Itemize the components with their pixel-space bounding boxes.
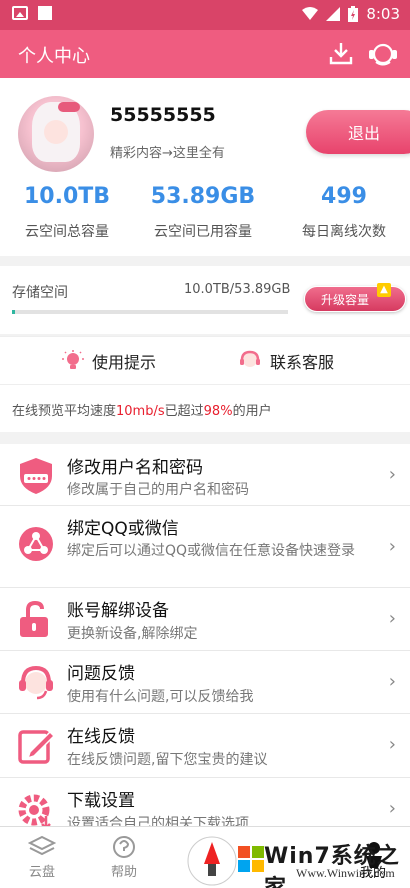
page-title: 个人中心 [18,46,90,67]
menu-item-change-password[interactable]: 修改用户名和密码 修改属于自己的用户名和密码 › [0,444,410,506]
stat-used-capacity: 53.89GB 云空间已用容量 [138,184,268,241]
download-icon[interactable] [328,40,354,66]
avatar[interactable] [18,96,94,172]
stat-total-capacity: 10.0TB 云空间总容量 [2,184,132,241]
tab-label: 云盘 [28,865,55,880]
layers-icon [28,835,56,856]
menu-item-subtitle: 使用有什么问题,可以反馈给我 [67,689,254,705]
chevron-right-icon: › [388,798,396,819]
image-notification-icon [12,6,28,20]
shield-password-icon [20,458,52,494]
chevron-right-icon: › [388,464,396,485]
lightbulb-icon [62,350,84,369]
menu-item-title: 在线反馈 [67,727,135,747]
username: 55555555 [110,104,216,126]
app-bar: 个人中心 [0,30,410,78]
menu-item-title: 修改用户名和密码 [67,458,203,478]
chevron-right-icon: › [388,536,396,557]
menu-item-subtitle: 修改属于自己的用户名和密码 [67,482,249,498]
signal-icon [326,7,341,21]
notice-speed: 10mb/s [116,404,165,419]
chevron-right-icon: › [388,734,396,755]
arrow-up-icon: ▲ [377,283,391,297]
menu-item-online-feedback[interactable]: 在线反馈 在线反馈问题,留下您宝贵的建议 › [0,714,410,778]
storage-progress-bar [12,310,288,314]
upgrade-label: 升级容量 [321,292,370,307]
notification-icon [38,6,52,20]
status-bar: 8:03 [0,0,410,30]
stat-value: 53.89GB [150,184,256,209]
contact-support-label: 联系客服 [270,353,335,372]
logout-button[interactable]: 退出 [306,110,410,154]
menu-item-unbind-device[interactable]: 账号解绑设备 更换新设备,解除绑定 › [0,588,410,651]
storage-section: 存储空间 10.0TB/53.89GB 升级容量 ▲ [0,266,410,334]
tab-mine[interactable]: 我的 [360,862,386,881]
notice-percent: 98% [203,404,233,419]
unlock-icon [20,600,48,637]
menu-item-subtitle: 绑定后可以通过QQ或微信在任意设备快速登录 [67,543,356,559]
usage-tips-label: 使用提示 [92,353,157,372]
storage-progress-fill [12,310,15,314]
wifi-icon [302,7,319,20]
tab-label: 帮助 [110,865,137,880]
stat-label: 云空间已用容量 [154,224,252,240]
contact-support-link[interactable]: 联系客服 [238,349,334,373]
menu-item-feedback[interactable]: 问题反馈 使用有什么问题,可以反馈给我 › [0,651,410,714]
customer-service-icon [240,350,260,367]
clock: 8:03 [366,5,400,23]
settings-menu: 修改用户名和密码 修改属于自己的用户名和密码 › 绑定QQ或微信 绑定后可以通过… [0,444,410,826]
help-icon [113,836,135,858]
chevron-right-icon: › [388,608,396,629]
customer-support-icon[interactable] [368,40,398,68]
notice-prefix: 在线预览平均速度 [12,404,117,419]
menu-item-title: 账号解绑设备 [67,601,169,621]
stat-value: 499 [321,184,367,209]
chevron-right-icon: › [388,671,396,692]
menu-item-subtitle: 设置适合自己的相关下载选项 [67,816,249,826]
notice-middle: 已超过 [164,404,204,419]
stat-offline-count: 499 每日离线次数 [279,184,409,241]
gear-download-icon [18,794,51,826]
menu-item-title: 下载设置 [67,791,135,811]
stat-value: 10.0TB [23,184,111,209]
storage-value: 10.0TB/53.89GB [184,282,291,297]
quick-links: 使用提示 联系客服 [0,336,410,384]
usage-tips-link[interactable]: 使用提示 [62,349,156,373]
user-motto: 精彩内容→这里全有 [110,146,225,161]
battery-icon [348,6,359,22]
stat-label: 云空间总容量 [25,224,109,240]
menu-item-download-settings[interactable]: 下载设置 设置适合自己的相关下载选项 › [0,778,410,826]
headset-icon [19,665,53,700]
speed-notice: 在线预览平均速度10mb/s已超过98%的用户 [0,384,410,432]
profile-card: 55555555 精彩内容→这里全有 退出 10.0TB 云空间总容量 53.8… [0,78,410,256]
menu-item-title: 问题反馈 [67,664,135,684]
menu-item-subtitle: 在线反馈问题,留下您宝贵的建议 [67,752,268,768]
menu-item-bind-qq-wechat[interactable]: 绑定QQ或微信 绑定后可以通过QQ或微信在任意设备快速登录 › [0,506,410,588]
tab-help[interactable]: 帮助 [94,835,154,880]
tab-cloud-disk[interactable]: 云盘 [12,835,72,880]
menu-item-subtitle: 更换新设备,解除绑定 [67,626,198,642]
menu-item-title: 绑定QQ或微信 [67,519,179,539]
edit-icon [18,730,56,764]
upgrade-capacity-button[interactable]: 升级容量 ▲ [304,283,406,312]
stat-label: 每日离线次数 [302,224,386,240]
link-bind-icon [19,527,53,561]
notice-suffix: 的用户 [232,404,272,419]
storage-label: 存储空间 [12,285,68,301]
